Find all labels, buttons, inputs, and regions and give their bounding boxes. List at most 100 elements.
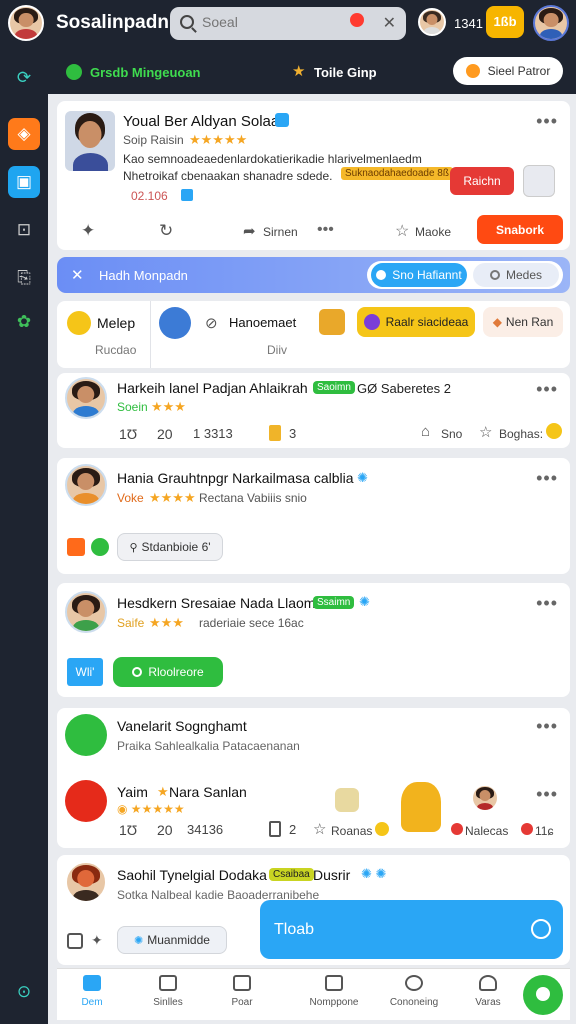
story-4-button[interactable]: ◆ Nen Ran	[483, 307, 563, 337]
gift-button[interactable]: 1ßb	[486, 6, 524, 38]
share-label[interactable]: Sirnen	[263, 225, 298, 239]
puzzle-icon[interactable]: ✦	[81, 221, 95, 241]
more-options-icon[interactable]: •••	[536, 784, 558, 805]
filter-label: Hadh Monpadn	[99, 268, 188, 283]
post-2-avatar[interactable]	[65, 377, 107, 419]
puzzle-icon[interactable]: ✦	[91, 932, 103, 949]
post-4-author[interactable]: Hesdkern Sresaiae Nada Llaom	[117, 595, 315, 611]
home-icon[interactable]: ⌂	[421, 423, 430, 440]
post-6-avatar[interactable]	[65, 861, 107, 903]
post-5-action-2[interactable]: Nalecas	[465, 824, 508, 838]
nav-item-3[interactable]: Poar	[207, 975, 277, 1008]
sidebar: ⟳ ◈ ▣ ⊡ ⎘ ✿ ⊙	[0, 48, 48, 1024]
post-card-5[interactable]: Vanelarit Sognghamt Praika Sahlealkalia …	[57, 708, 570, 848]
more-options-icon[interactable]: •••	[536, 593, 558, 614]
nav-item-6-label: Varas	[475, 997, 501, 1008]
story-1-title[interactable]: Melep	[97, 315, 135, 331]
subbar-center-chip[interactable]: Toile Ginp	[314, 65, 377, 80]
post-3-chip[interactable]: ⚲ Stdanbioie 6'	[117, 533, 223, 561]
post-5-small-avatar[interactable]	[471, 784, 499, 812]
close-filter-icon[interactable]: ✕	[71, 266, 84, 284]
document-icon[interactable]: ⎘	[8, 262, 40, 294]
subbar-left-chip[interactable]: Grsdb Mingeuoan	[90, 65, 201, 80]
leaf-icon[interactable]: ✿	[8, 306, 40, 338]
smile-icon[interactable]	[546, 423, 562, 439]
more-options-icon[interactable]: •••	[536, 379, 558, 400]
post-author[interactable]: Youal Ber Aldyan Solaai	[123, 113, 283, 130]
cta-button[interactable]: Snabork	[477, 215, 563, 244]
favorite-label[interactable]: Maoke	[415, 225, 451, 239]
post-card-1[interactable]: Youal Ber Aldyan Solaai Soip Raisin ★★★★…	[57, 101, 570, 250]
post-2-stat-3: 1 3313	[193, 426, 233, 441]
more-options-icon[interactable]: •••	[536, 468, 558, 489]
profile-icon[interactable]	[159, 307, 191, 339]
settings-icon[interactable]: ⊙	[8, 976, 40, 1008]
nav-item-4[interactable]: Nomppone	[299, 975, 369, 1008]
post-tag[interactable]: Suknaodahaedoade 8ß	[341, 167, 453, 180]
more-options-icon[interactable]: •••	[536, 716, 558, 737]
bookmark-icon[interactable]	[269, 821, 281, 837]
post-5-sub: Praika Sahlealkalia Patacaenanan	[117, 739, 300, 753]
star-outline-icon[interactable]: ☆	[395, 221, 409, 241]
nav-item-6[interactable]: Varas	[453, 975, 523, 1008]
search-bar[interactable]: ✕	[170, 7, 406, 40]
verified-icon: ✺ ✺	[361, 866, 387, 881]
post-2-action-1[interactable]: Sno	[441, 427, 462, 441]
filter-chip-2[interactable]: Medes	[473, 263, 559, 287]
post-5-name-2[interactable]: Yaim	[117, 784, 148, 800]
filter-chip-1[interactable]: Sno Hafiannt	[371, 263, 467, 287]
post-5-action-3[interactable]: 11ɕ	[535, 824, 553, 838]
story-2-label[interactable]: Hanoemaet	[229, 315, 296, 330]
post-4-sub-2: raderiaie sece 16ac	[199, 616, 304, 630]
post-5-action-1[interactable]: Roanas	[331, 824, 372, 838]
bookmark-icon[interactable]	[269, 425, 281, 441]
nav-home[interactable]: Dem	[57, 975, 127, 1008]
star-outline-icon[interactable]: ☆	[313, 820, 326, 838]
post-6-chip[interactable]: ✺ Muanmidde	[117, 926, 227, 954]
image-icon[interactable]	[67, 933, 83, 949]
post-2-action-2[interactable]: Boghas:	[499, 427, 543, 441]
post-3-avatar[interactable]	[65, 464, 107, 506]
box-icon[interactable]: ▣	[8, 166, 40, 198]
search-input[interactable]	[202, 14, 322, 30]
profile-avatar[interactable]	[8, 5, 44, 41]
subbar-right-button[interactable]: Sieel Patror	[453, 57, 563, 85]
heart-icon	[363, 314, 380, 330]
star-icon: ★	[157, 784, 169, 799]
diamond-icon[interactable]: ◈	[8, 118, 40, 150]
close-icon[interactable]: ✕	[383, 13, 396, 33]
more-options-icon[interactable]: •••	[536, 111, 558, 132]
post-2-author[interactable]: Harkeih lanel Padjan Ahlaikrah	[117, 380, 308, 396]
post-6-author[interactable]: Saohil Tynelgial Dodaka	[117, 867, 267, 883]
post-4-green-button[interactable]: Rloolreore	[113, 657, 223, 687]
post-3-author[interactable]: Hania Grauhtnpgr Narkailmasa calblia	[117, 470, 354, 486]
star-outline-icon[interactable]: ☆	[479, 423, 492, 441]
game-thumbnail-icon[interactable]	[523, 165, 555, 197]
post-5-author[interactable]: Vanelarit Sognghamt	[117, 718, 247, 734]
filter-chip-2-label: Medes	[505, 268, 543, 282]
refresh-icon[interactable]: ⟳	[8, 62, 40, 94]
filter-chip-1-label: Sno Hafiannt	[392, 268, 462, 282]
account-avatar[interactable]	[533, 5, 569, 41]
compose-button[interactable]	[523, 975, 563, 1015]
more-horizontal-icon[interactable]: •••	[317, 221, 334, 239]
post-card-3[interactable]: Hania Grauhtnpgr Narkailmasa calblia ✺ V…	[57, 458, 570, 574]
flag-icon[interactable]	[67, 538, 85, 556]
post-4-avatar[interactable]	[65, 591, 107, 633]
story-3-button[interactable]: Raalr siacideaa	[357, 307, 475, 337]
share-icon[interactable]: ➦	[243, 222, 256, 240]
nav-item-2[interactable]: Sinlles	[133, 975, 203, 1008]
post-5-avatar-2[interactable]	[65, 780, 107, 822]
post-5-avatar[interactable]	[65, 714, 107, 756]
post-card-2[interactable]: Harkeih lanel Padjan Ahlaikrah Saoimn GØ…	[57, 373, 570, 448]
user-avatar-small[interactable]	[418, 8, 446, 36]
post-4-tag[interactable]: Wli'	[67, 658, 103, 686]
share-circle-icon[interactable]	[91, 538, 109, 556]
floating-action-button[interactable]: Tloab	[260, 900, 563, 959]
nav-item-5[interactable]: Cononeing	[379, 975, 449, 1008]
post-card-4[interactable]: Hesdkern Sresaiae Nada Llaom Ssaimn ✺ Sa…	[57, 583, 570, 697]
post-2-stat-2: 20	[157, 426, 173, 442]
game-icon[interactable]: ⊡	[8, 214, 40, 246]
react-button[interactable]: Raichn	[450, 167, 514, 195]
refresh-small-icon[interactable]: ↻	[159, 221, 173, 241]
